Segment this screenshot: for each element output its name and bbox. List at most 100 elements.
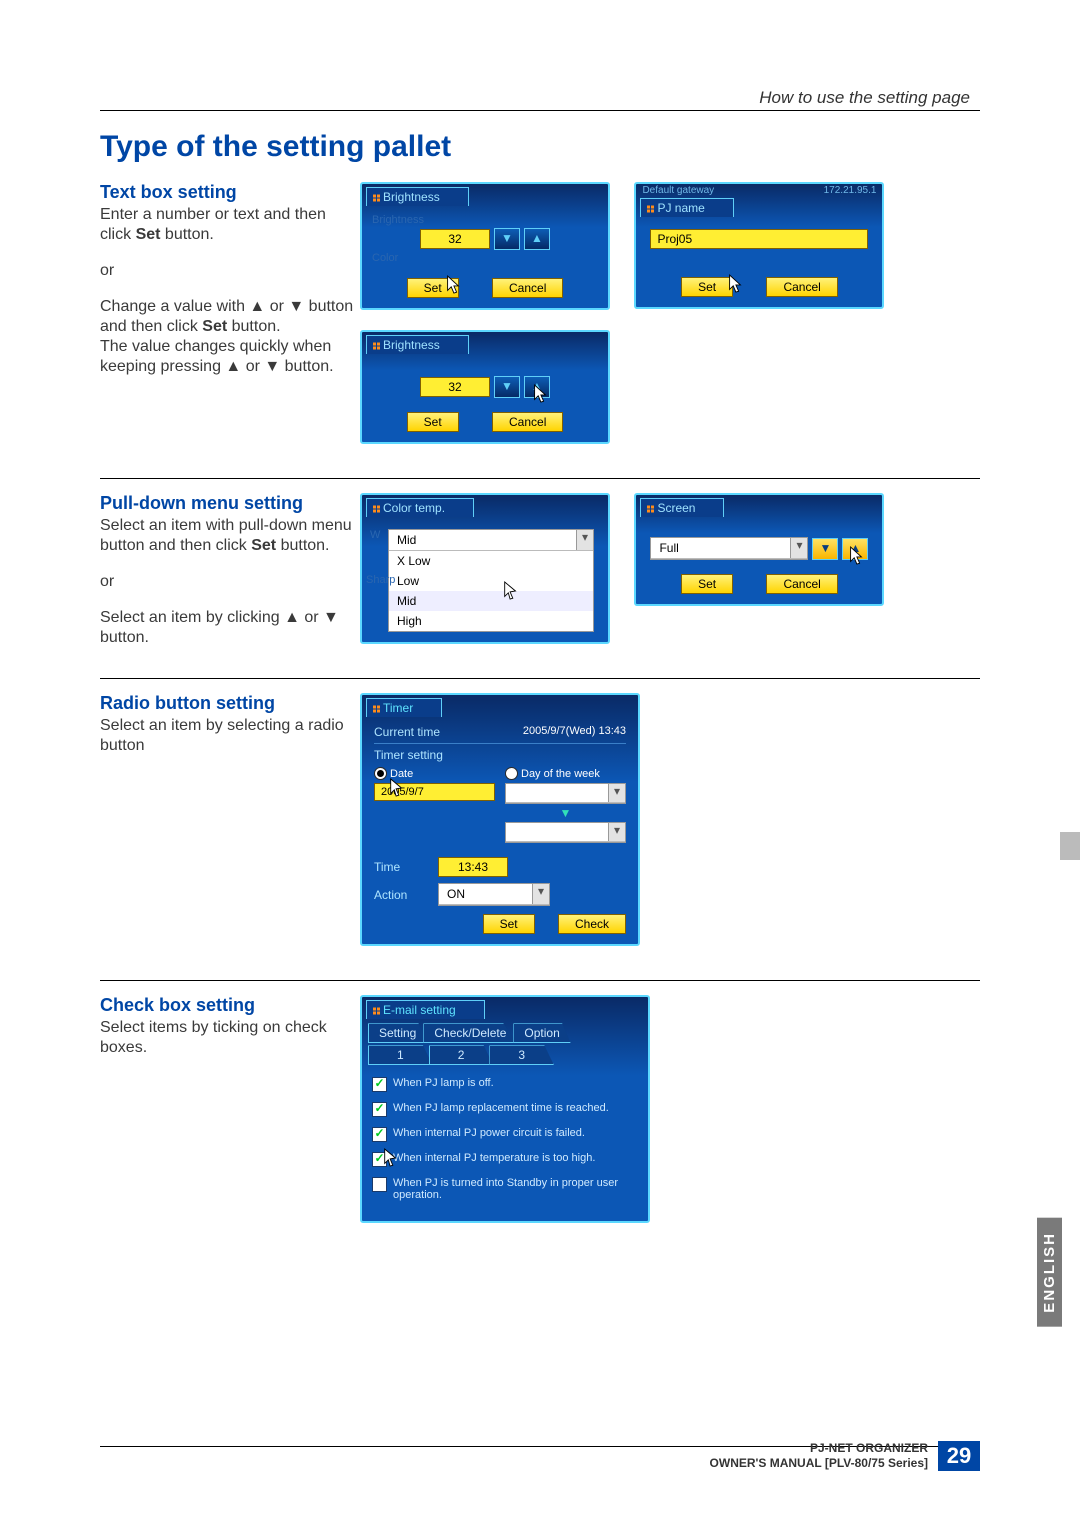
cursor-icon [531,383,549,405]
radio-dot-icon [505,767,518,780]
action-label: Action [374,888,422,902]
timer-setting-label: Timer setting [374,748,626,762]
radio-heading: Radio button setting [100,693,355,714]
screenshot-brightness-setcancel: Brightness Brightness 32 ▼ ▲ Color Set C… [360,182,610,310]
panel-title: PJ name [640,198,733,217]
cursor-icon [726,273,744,295]
section-radio: Radio button setting Select an item by s… [100,678,980,966]
up-button[interactable]: ▲ [524,376,550,398]
page-number: 29 [938,1441,980,1471]
cancel-button[interactable]: Cancel [492,412,563,432]
checkbox-row[interactable]: When PJ is turned into Standby in proper… [372,1177,638,1201]
checkbox-p1: Select items by ticking on check boxes. [100,1018,355,1058]
cancel-button[interactable]: Cancel [492,278,563,298]
tabs-row: Setting Check/Delete Option [368,1023,642,1043]
chevron-down-icon[interactable]: ▾ [532,884,549,904]
down-button[interactable]: ▼ [812,538,838,560]
cursor-icon [847,545,865,567]
screenshot-pjname: Default gateway172.21.95.1 PJ name Proj0… [634,182,884,309]
select-option[interactable]: Low [389,571,593,591]
checkbox-icon[interactable]: ✓ [372,1102,387,1117]
cursor-arrow-icon [382,1147,400,1169]
time-input[interactable]: 13:43 [438,857,508,877]
radio-p1: Select an item by selecting a radio butt… [100,716,355,756]
section-checkbox: Check box setting Select items by tickin… [100,980,980,1243]
radio-dayofweek[interactable]: Day of the week [505,766,626,780]
cancel-button[interactable]: Cancel [766,277,837,297]
check-button[interactable]: Check [558,914,626,934]
down-button[interactable]: ▼ [494,376,520,398]
tab-setting[interactable]: Setting [368,1023,427,1043]
textbox-heading: Text box setting [100,182,355,203]
screen-select[interactable]: Full▾ [650,537,808,560]
dayofweek-select2[interactable]: ▾ [505,822,626,843]
radio-dot-icon [374,767,387,780]
checkbox-icon[interactable] [372,1177,387,1192]
action-select[interactable]: ON▾ [438,883,550,906]
footer-manual: OWNER'S MANUAL [PLV-80/75 Series] [710,1456,928,1471]
panel-title: E-mail setting [366,1000,485,1019]
tab-checkdelete[interactable]: Check/Delete [423,1023,517,1043]
screenshot-email: E-mail setting Setting Check/Delete Opti… [360,995,650,1223]
select-option[interactable]: High [389,611,593,631]
checkbox-heading: Check box setting [100,995,355,1016]
screenshot-timer: Timer Current time 2005/9/7(Wed) 13:43 T… [360,693,640,946]
checkbox-row[interactable]: ✓ When internal PJ power circuit is faile… [372,1127,638,1142]
set-button[interactable]: Set [407,412,459,432]
set-button[interactable]: Set [681,277,733,297]
textbox-p1: Enter a number or text and then click Se… [100,205,355,245]
dayofweek-select[interactable]: ▾ [505,783,626,804]
up-button[interactable]: ▲ [524,228,550,250]
set-button[interactable]: Set [483,914,535,934]
section-textbox: Text box setting Enter a number or text … [100,182,980,464]
checkbox-row[interactable]: ✓When PJ lamp replacement time is reache… [372,1102,638,1117]
subtab-3[interactable]: 3 [489,1045,554,1065]
pulldown-p2: Select an item by clicking ▲ or ▼ button… [100,608,355,648]
chevron-down-icon[interactable]: ▾ [608,823,625,841]
set-button[interactable]: Set [681,574,733,594]
panel-title: Brightness [366,187,469,206]
cursor-arrow-icon [388,777,406,799]
page-title: Type of the setting pallet [100,130,980,164]
bg-label2: Color [372,252,594,264]
current-time-value: 2005/9/7(Wed) 13:43 [523,725,626,739]
checkbox-label: When internal PJ power circuit is failed… [393,1127,585,1139]
down-indicator-icon: ▼ [505,806,626,820]
colortemp-select[interactable]: Mid▾ X Low Low Mid High [388,529,594,632]
checkbox-label: When internal PJ temperature is too high… [393,1152,595,1164]
brightness-value[interactable]: 32 [420,377,490,397]
screenshot-screen: Screen Full▾ ▼ ▲ Set Cancel [634,493,884,606]
section-pulldown: Pull-down menu setting Select an item wi… [100,478,980,664]
checkbox-row[interactable]: ✓When PJ lamp is off. [372,1077,638,1092]
subtab-2[interactable]: 2 [429,1045,494,1065]
panel-title: Brightness [366,335,469,354]
tab-option[interactable]: Option [513,1023,570,1043]
chevron-down-icon[interactable]: ▾ [576,530,593,550]
select-option[interactable]: Mid [389,591,593,611]
screenshot-colortemp: Color temp. W Mid▾ X Low Low Mid High Sh… [360,493,610,644]
cancel-button[interactable]: Cancel [766,574,837,594]
panel-title: Screen [640,498,724,517]
brightness-value[interactable]: 32 [420,229,490,249]
pulldown-p1: Select an item with pull-down menu butto… [100,516,355,556]
panel-title: Color temp. [366,498,474,517]
chevron-down-icon[interactable]: ▾ [608,784,625,802]
up-button[interactable]: ▲ [842,538,868,560]
checkbox-icon[interactable]: ✓ [372,1127,387,1142]
screenshot-brightness-arrow: Brightness 32 ▼ ▲ Set Cancel [360,330,610,444]
checkbox-row[interactable]: ✓When internal PJ temperature is too hig… [372,1152,638,1167]
checkbox-icon[interactable]: ✓ [372,1077,387,1092]
textbox-or: or [100,261,355,281]
down-button[interactable]: ▼ [494,228,520,250]
textbox-p2: Change a value with ▲ or ▼ button and th… [100,297,355,377]
pulldown-or: or [100,572,355,592]
pjname-input[interactable]: Proj05 [650,229,868,249]
cursor-icon [444,274,462,296]
current-time-label: Current time [374,725,440,739]
header-caption: How to use the setting page [759,88,970,108]
chevron-down-icon[interactable]: ▾ [790,538,807,558]
select-option[interactable]: X Low [389,551,593,571]
subtabs-row: 1 2 3 [368,1045,642,1065]
time-label: Time [374,860,422,874]
subtab-1[interactable]: 1 [368,1045,433,1065]
